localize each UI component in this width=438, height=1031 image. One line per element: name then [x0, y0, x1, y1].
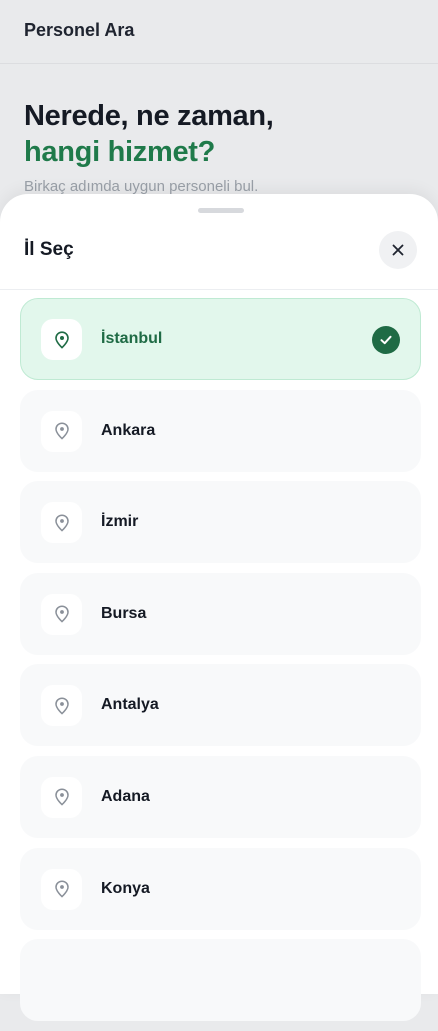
selected-check [372, 326, 400, 354]
pin-box [41, 502, 82, 544]
pin-box [41, 593, 82, 635]
city-label: Konya [101, 879, 150, 897]
sheet-drag-handle[interactable] [198, 208, 244, 213]
city-label: İzmir [101, 513, 139, 531]
city-label: Adana [101, 787, 150, 805]
map-pin-icon [54, 880, 69, 898]
close-button[interactable] [379, 231, 417, 269]
map-pin-icon [54, 422, 69, 440]
top-app-bar: Personel Ara [0, 0, 438, 64]
city-label: Bursa [101, 604, 147, 622]
pin-box [41, 685, 82, 727]
hero-subtitle: Birkaç adımda uygun personeli bul. [24, 178, 259, 195]
sheet-divider [0, 289, 438, 290]
close-icon [392, 244, 404, 256]
city-item-konya[interactable]: Konya [20, 847, 421, 930]
city-select-sheet: İl Seç İstanbul Ankara İzmir Bursa Antal… [0, 194, 438, 1022]
city-item-antalya[interactable]: Antalya [20, 664, 421, 747]
city-item-bursa[interactable]: Bursa [20, 572, 421, 655]
map-pin-icon [54, 330, 69, 349]
city-list: İstanbul Ankara İzmir Bursa Antalya Adan… [20, 298, 421, 1031]
city-item-izmir[interactable]: İzmir [20, 481, 421, 564]
check-icon [380, 335, 392, 345]
city-item-adana[interactable]: Adana [20, 755, 421, 838]
pin-box [41, 776, 82, 818]
city-label: İstanbul [101, 330, 163, 347]
sheet-title: İl Seç [24, 239, 74, 260]
pin-box [41, 868, 82, 910]
city-item-partial[interactable] [20, 939, 421, 1022]
map-pin-icon [54, 514, 69, 532]
city-label: Antalya [101, 696, 159, 714]
hero-heading-line1: Nerede, ne zaman, [24, 100, 274, 132]
city-item-istanbul[interactable]: İstanbul [20, 298, 421, 380]
pin-box [41, 410, 82, 452]
page-title: Personel Ara [24, 20, 135, 40]
pin-box [41, 319, 82, 360]
hero-section: Nerede, ne zaman, hangi hizmet? Birkaç a… [24, 98, 414, 195]
hero-heading: Nerede, ne zaman, hangi hizmet? [24, 98, 414, 170]
hero-heading-accent: hangi hizmet? [24, 136, 216, 168]
city-label: Ankara [101, 421, 156, 439]
map-pin-icon [54, 605, 69, 623]
map-pin-icon [54, 697, 69, 715]
map-pin-icon [54, 788, 69, 807]
city-item-ankara[interactable]: Ankara [20, 389, 421, 472]
